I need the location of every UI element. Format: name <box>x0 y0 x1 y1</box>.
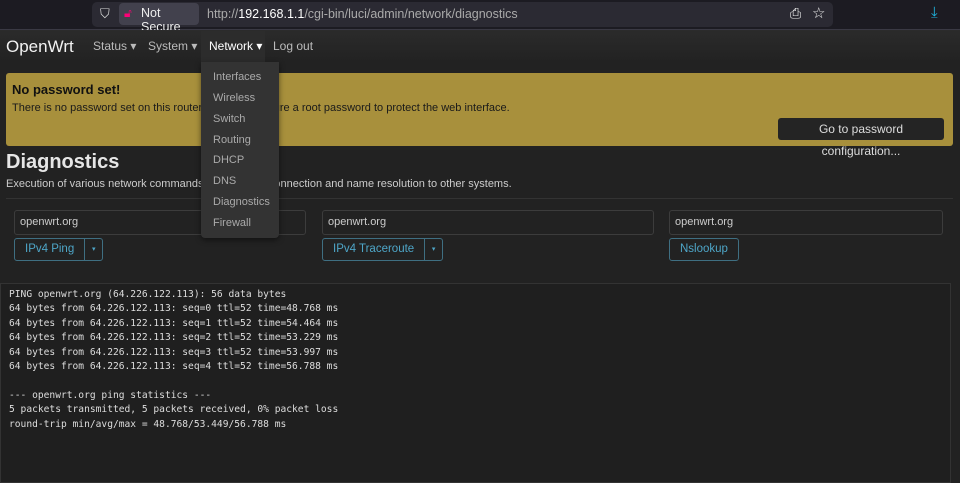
ping-button-group: IPv4 Ping ▾ <box>14 238 104 261</box>
nav-status[interactable]: Status ▾ <box>93 39 136 53</box>
command-output-text: PING openwrt.org (64.226.122.113): 56 da… <box>9 289 339 430</box>
brand-logo[interactable]: OpenWrt <box>6 37 74 57</box>
traceroute-host-input[interactable]: openwrt.org <box>322 210 654 235</box>
top-navbar <box>0 30 960 62</box>
menu-diagnostics[interactable]: Diagnostics <box>213 196 270 208</box>
url-prefix: http:// <box>207 7 239 21</box>
nav-system[interactable]: System ▾ <box>148 39 197 53</box>
nslookup-host-input[interactable]: openwrt.org <box>669 210 943 235</box>
divider <box>6 198 953 199</box>
network-dropdown-menu: Interfaces Wireless Switch Routing DHCP … <box>201 62 279 238</box>
download-icon[interactable]: ⤓ <box>931 4 938 21</box>
menu-switch[interactable]: Switch <box>213 113 245 125</box>
menu-routing[interactable]: Routing <box>213 134 251 146</box>
menu-dns[interactable]: DNS <box>213 175 236 187</box>
bookmark-star-icon[interactable]: ☆ <box>812 4 825 22</box>
ping-button[interactable]: IPv4 Ping <box>15 239 84 260</box>
menu-dhcp[interactable]: DHCP <box>213 154 244 166</box>
alert-title: No password set! <box>12 82 121 97</box>
insecure-lock-icon: 🔓︎ <box>124 6 132 20</box>
menu-wireless[interactable]: Wireless <box>213 92 255 104</box>
save-page-icon[interactable]: ⎙ <box>790 5 801 22</box>
page-title: Diagnostics <box>6 151 120 173</box>
url-path: /cgi-bin/luci/admin/network/diagnostics <box>304 7 518 21</box>
nav-network[interactable]: Network ▾ <box>209 39 262 53</box>
shield-icon[interactable]: ⛉ <box>100 6 114 21</box>
nav-logout[interactable]: Log out <box>273 39 313 53</box>
ping-dropdown-toggle[interactable]: ▾ <box>84 239 102 260</box>
url-host: 192.168.1.1 <box>238 7 305 21</box>
password-config-button[interactable]: Go to password configuration... <box>778 118 944 158</box>
traceroute-dropdown-toggle[interactable]: ▾ <box>424 239 442 260</box>
nslookup-button[interactable]: Nslookup <box>670 239 738 260</box>
url-text[interactable]: http://192.168.1.1/cgi-bin/luci/admin/ne… <box>207 7 518 21</box>
nslookup-button-group: Nslookup <box>669 238 739 261</box>
traceroute-button-group: IPv4 Traceroute ▾ <box>322 238 444 261</box>
traceroute-button[interactable]: IPv4 Traceroute <box>323 239 424 260</box>
menu-firewall[interactable]: Firewall <box>213 217 251 229</box>
menu-interfaces[interactable]: Interfaces <box>213 71 261 83</box>
